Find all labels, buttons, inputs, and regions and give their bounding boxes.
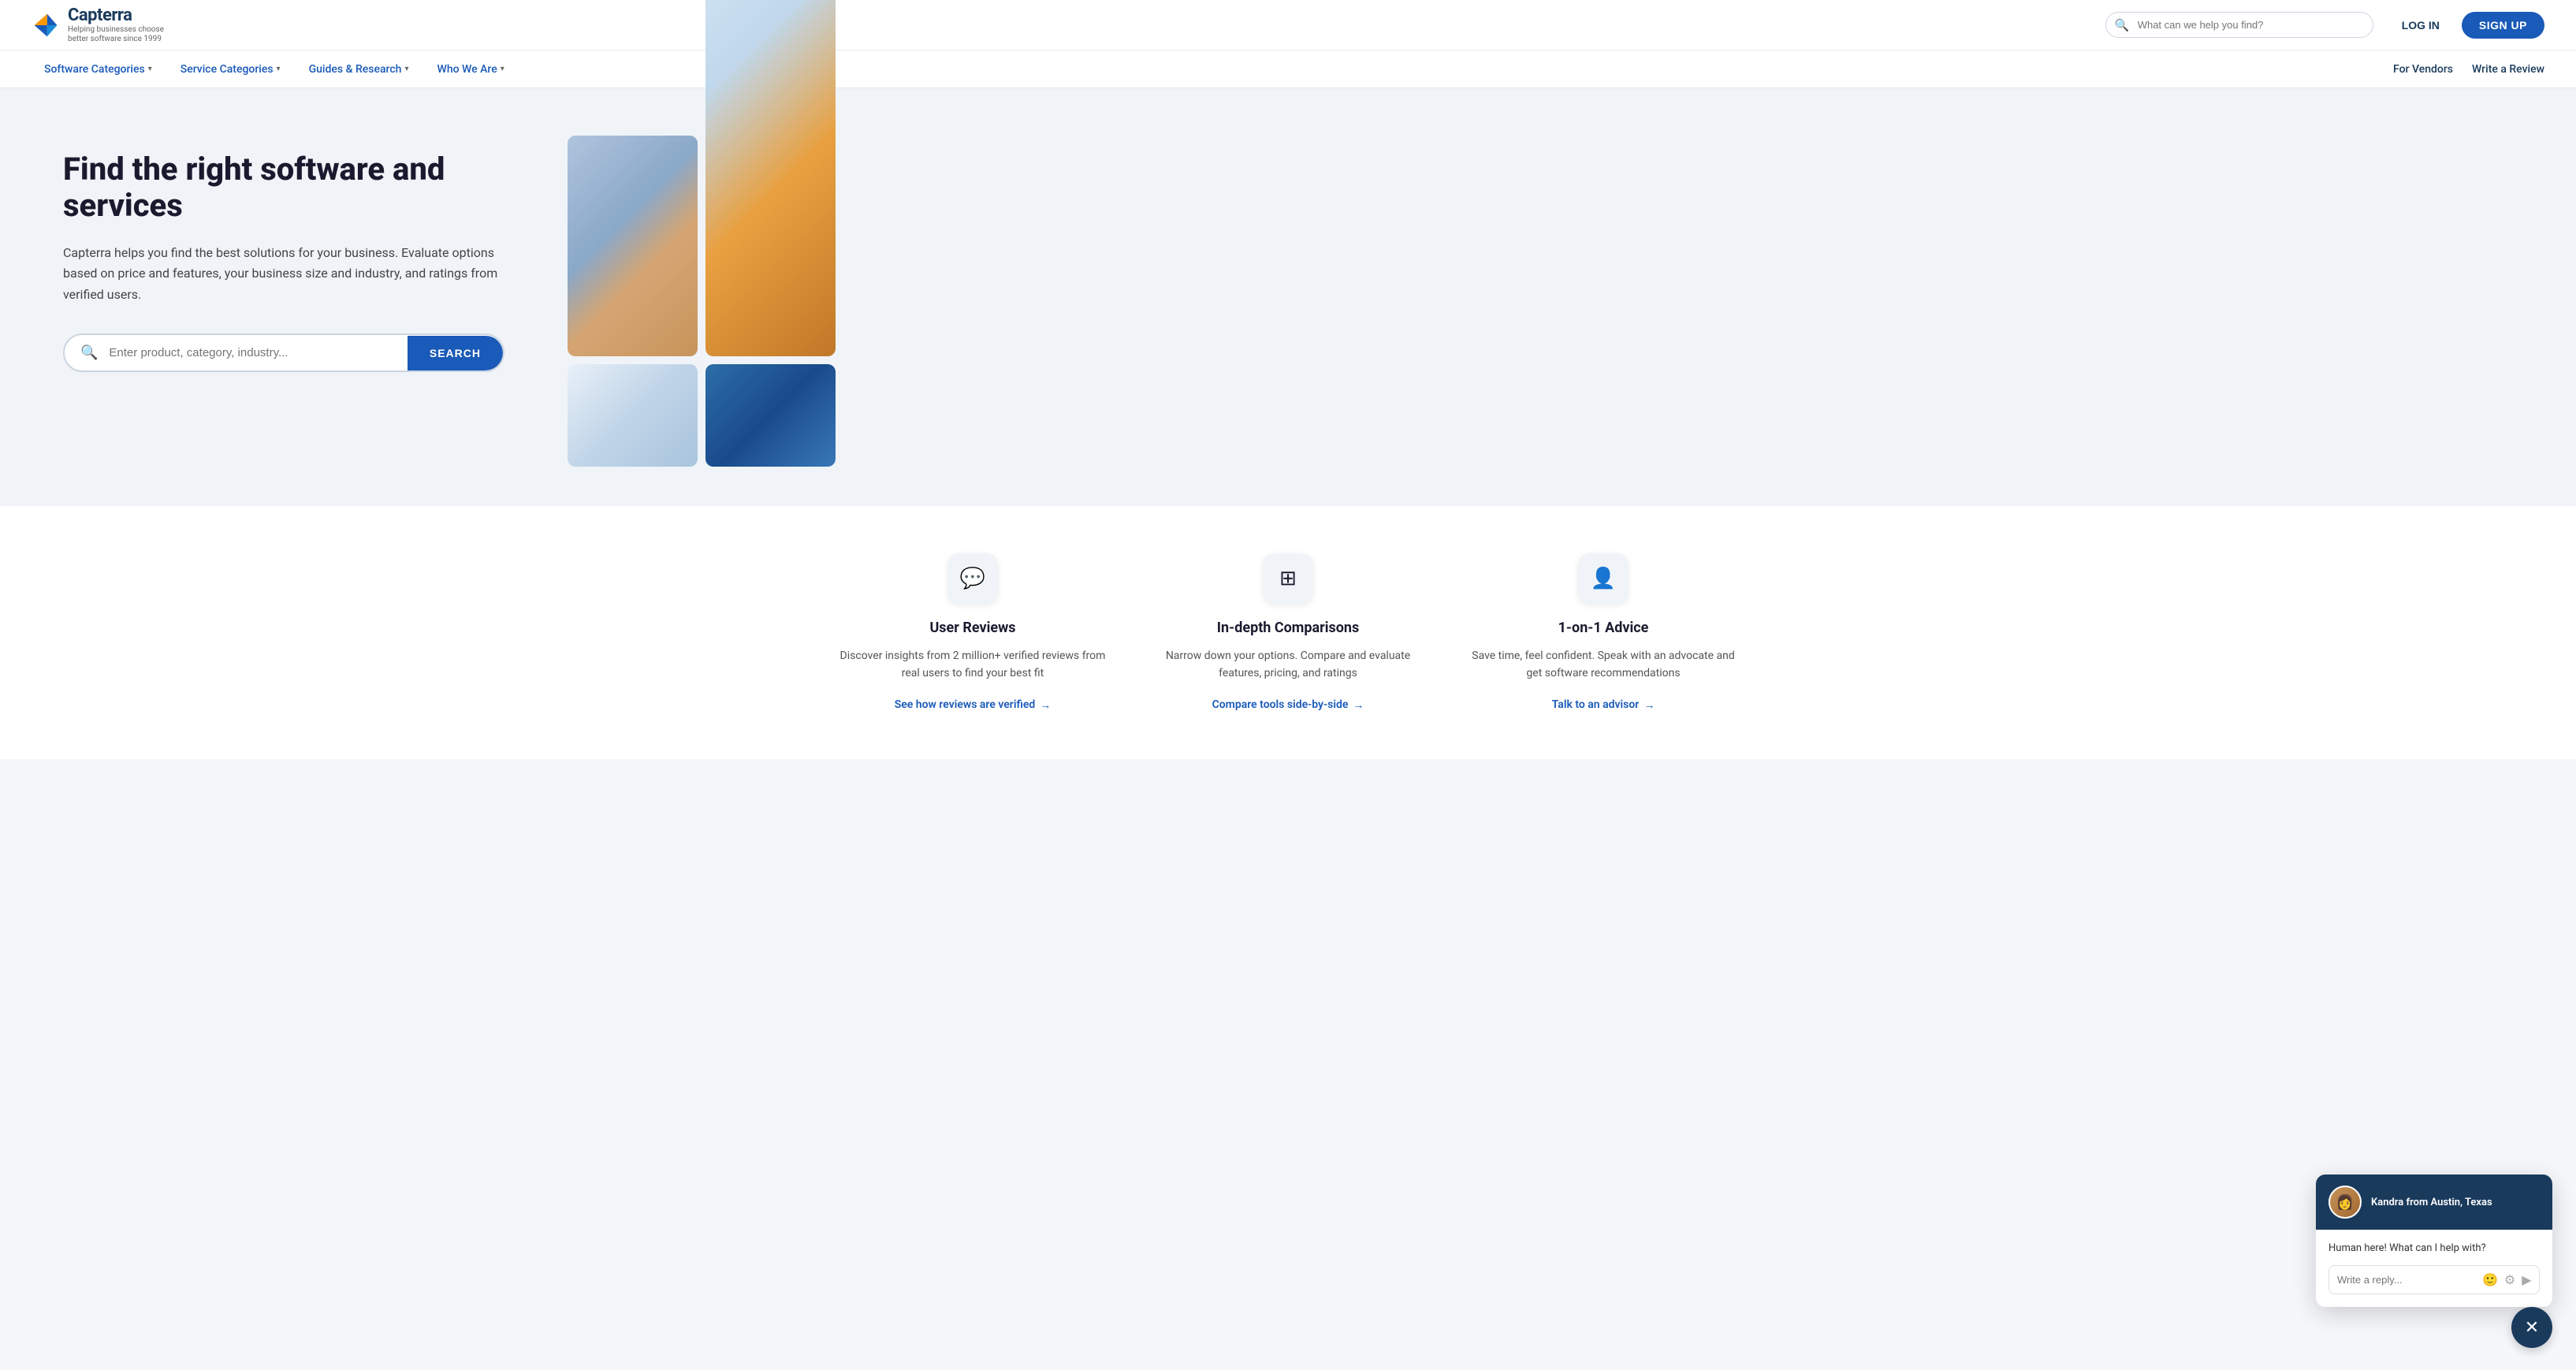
nav-write-review[interactable]: Write a Review	[2472, 63, 2544, 76]
feature-user-reviews-title: User Reviews	[929, 620, 1015, 636]
hero-content: Find the right software and services Cap…	[63, 136, 520, 372]
header-search-input[interactable]	[2105, 12, 2373, 38]
arrow-icon: →	[1644, 698, 1655, 712]
arrow-icon: →	[1353, 698, 1364, 712]
chevron-down-icon: ▾	[404, 65, 408, 73]
features-section: 💬 User Reviews Discover insights from 2 …	[0, 506, 2576, 759]
hero-search-bar: 🔍 SEARCH	[63, 333, 504, 372]
chat-header: 👩 Kandra from Austin, Texas	[2316, 1175, 2552, 1230]
signup-button[interactable]: SIGN UP	[2462, 12, 2544, 39]
logo-brand: Capterra	[68, 6, 164, 25]
feature-comparisons-title: In-depth Comparisons	[1217, 620, 1359, 636]
nav-right: For Vendors Write a Review	[2393, 63, 2544, 76]
nav-left: Software Categories ▾ Service Categories…	[32, 50, 2393, 88]
advice-icon-box: 👤	[1578, 553, 1629, 604]
header: Capterra Helping businesses choose bette…	[0, 0, 2576, 50]
nav-who-we-are-label: Who We Are	[437, 63, 497, 76]
logo-tagline: Helping businesses choose better softwar…	[68, 25, 164, 44]
header-search-container: 🔍	[2105, 12, 2373, 38]
header-actions: LOG IN SIGN UP	[2392, 12, 2544, 39]
chat-agent-name: Kandra from Austin, Texas	[2371, 1197, 2492, 1208]
nav-item-guides-research[interactable]: Guides & Research ▾	[296, 50, 422, 88]
feature-comparisons: ⊞ In-depth Comparisons Narrow down your …	[1154, 553, 1422, 712]
nav-software-categories-label: Software Categories	[44, 63, 145, 76]
chat-reply-input[interactable]	[2337, 1274, 2476, 1286]
nav-for-vendors[interactable]: For Vendors	[2393, 63, 2453, 76]
send-icon[interactable]: ▶	[2522, 1272, 2531, 1287]
nav-item-software-categories[interactable]: Software Categories ▾	[32, 50, 165, 88]
chevron-down-icon: ▾	[148, 65, 152, 73]
capterra-logo-icon	[32, 11, 60, 39]
grid-icon: ⊞	[1279, 567, 1297, 590]
compare-tools-label: Compare tools side-by-side	[1212, 698, 1349, 711]
chat-agent-avatar: 👩	[2328, 1186, 2362, 1219]
comparisons-icon-box: ⊞	[1263, 553, 1313, 604]
chat-icon: 💬	[960, 567, 985, 590]
talk-to-advisor-label: Talk to an advisor	[1552, 698, 1640, 711]
chevron-down-icon: ▾	[277, 65, 281, 73]
header-search-icon: 🔍	[2115, 18, 2130, 32]
feature-advice-title: 1-on-1 Advice	[1558, 620, 1649, 636]
nav-guides-research-label: Guides & Research	[309, 63, 402, 76]
nav-bar: Software Categories ▾ Service Categories…	[0, 50, 2576, 88]
feature-advice: 👤 1-on-1 Advice Save time, feel confiden…	[1469, 553, 1737, 712]
chat-body: Human here! What can I help with? 🙂 ⚙ ▶	[2316, 1230, 2552, 1307]
feature-advice-desc: Save time, feel confident. Speak with an…	[1469, 647, 1737, 683]
user-reviews-icon-box: 💬	[947, 553, 998, 604]
logo[interactable]: Capterra Helping businesses choose bette…	[32, 6, 164, 44]
chat-input-icons: 🙂 ⚙ ▶	[2482, 1272, 2532, 1287]
hero-search-icon: 🔍	[65, 344, 109, 361]
hero-image-woman-laptop	[568, 364, 698, 467]
settings-icon[interactable]: ⚙	[2504, 1272, 2515, 1287]
chat-widget: 👩 Kandra from Austin, Texas Human here! …	[2316, 1175, 2552, 1307]
arrow-icon: →	[1040, 698, 1051, 712]
nav-service-categories-label: Service Categories	[181, 63, 274, 76]
login-button[interactable]: LOG IN	[2392, 13, 2449, 38]
feature-comparisons-desc: Narrow down your options. Compare and ev…	[1154, 647, 1422, 683]
compare-tools-link[interactable]: Compare tools side-by-side →	[1212, 698, 1364, 712]
person-icon: 👤	[1591, 567, 1616, 590]
see-reviews-verified-link[interactable]: See how reviews are verified →	[895, 698, 1052, 712]
hero-title: Find the right software and services	[63, 151, 520, 224]
chevron-down-icon: ▾	[501, 65, 504, 73]
nav-item-service-categories[interactable]: Service Categories ▾	[168, 50, 293, 88]
hero-search-button[interactable]: SEARCH	[408, 336, 503, 370]
emoji-icon[interactable]: 🙂	[2482, 1272, 2498, 1287]
talk-to-advisor-link[interactable]: Talk to an advisor →	[1552, 698, 1655, 712]
chat-close-button[interactable]: ✕	[2511, 1307, 2552, 1348]
nav-item-who-we-are[interactable]: Who We Are ▾	[425, 50, 517, 88]
see-reviews-label: See how reviews are verified	[895, 698, 1036, 711]
chat-agent-info: Kandra from Austin, Texas	[2371, 1197, 2492, 1208]
feature-user-reviews-desc: Discover insights from 2 million+ verifi…	[839, 647, 1107, 683]
hero-subtitle: Capterra helps you find the best solutio…	[63, 243, 520, 305]
hero-search-input[interactable]	[109, 335, 407, 370]
hero-image-man-laptop	[705, 0, 836, 356]
hero-section: Find the right software and services Cap…	[0, 88, 2576, 506]
hero-image-woman-phone	[568, 136, 698, 356]
hero-image-phone-hand	[705, 364, 836, 467]
close-icon: ✕	[2525, 1318, 2539, 1338]
chat-input-row: 🙂 ⚙ ▶	[2328, 1265, 2540, 1294]
hero-images	[568, 136, 836, 467]
feature-user-reviews: 💬 User Reviews Discover insights from 2 …	[839, 553, 1107, 712]
chat-message: Human here! What can I help with?	[2328, 1242, 2540, 1254]
